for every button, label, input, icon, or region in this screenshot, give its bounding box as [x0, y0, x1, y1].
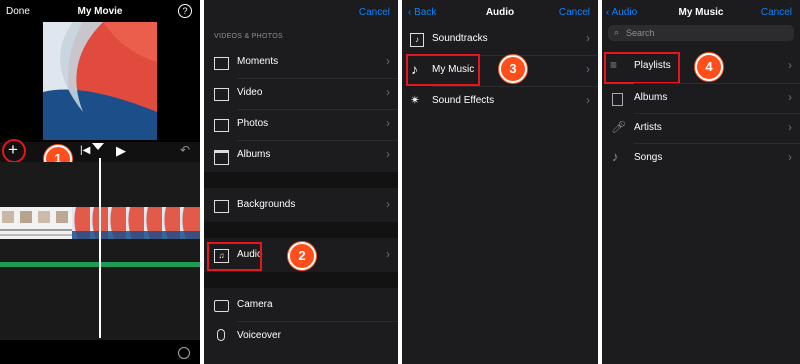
- search-icon: ⌕: [614, 27, 620, 37]
- music-item-label: Albums: [634, 92, 668, 103]
- cancel-button[interactable]: Cancel: [559, 7, 590, 18]
- media-item-camera[interactable]: Camera: [204, 291, 398, 321]
- chevron-right-icon: ›: [788, 58, 792, 72]
- media-item-label: Moments: [237, 56, 279, 67]
- section-gap: [204, 222, 398, 238]
- section-header: VIDEOS & PHOTOS: [214, 33, 283, 40]
- audio-menu-panel: ‹ Back Audio Cancel ♪ Soundtracks › ♪ My…: [402, 0, 598, 364]
- my-music-highlight: [406, 54, 480, 86]
- chevron-right-icon: ›: [386, 147, 390, 161]
- settings-gear-icon[interactable]: [178, 347, 190, 359]
- media-item-backgrounds[interactable]: Backgrounds ›: [204, 191, 398, 221]
- wallpaper-artwork: [43, 22, 157, 140]
- music-item-label: Songs: [634, 152, 663, 163]
- media-item-label: Backgrounds: [237, 199, 296, 210]
- chevron-right-icon: ›: [788, 150, 792, 164]
- music-note-icon: ♪: [612, 149, 619, 164]
- chevron-right-icon: ›: [586, 31, 590, 45]
- search-input[interactable]: ⌕ Search: [608, 25, 794, 41]
- audio-item-label: Sound Effects: [432, 95, 495, 106]
- audio-item-soundtracks[interactable]: ♪ Soundtracks ›: [402, 25, 598, 55]
- media-browser-panel: Cancel VIDEOS & PHOTOS Moments › Video ›…: [204, 0, 398, 364]
- music-item-albums[interactable]: Albums ›: [602, 84, 800, 114]
- album-icon: [612, 93, 623, 106]
- audio-item-sound-effects[interactable]: ✴ Sound Effects ›: [402, 87, 598, 117]
- media-item-label: Voiceover: [237, 330, 281, 341]
- editor-panel: Done My Movie ? + 1 |◀ ▶ ↶: [0, 0, 200, 364]
- audio-item-label: Soundtracks: [432, 33, 488, 44]
- chevron-right-icon: ›: [586, 62, 590, 76]
- media-item-voiceover[interactable]: Voiceover: [204, 322, 398, 352]
- camera-icon: [214, 300, 229, 312]
- landscape-icon: [214, 200, 229, 213]
- media-item-label: Video: [237, 87, 263, 98]
- step-callout-3: 3: [499, 55, 527, 83]
- chevron-right-icon: ›: [386, 197, 390, 211]
- playhead-marker-icon: [92, 143, 104, 150]
- step-callout-4: 4: [695, 53, 723, 81]
- moments-icon: [214, 57, 229, 70]
- album-icon: [214, 150, 229, 165]
- cancel-button[interactable]: Cancel: [359, 7, 390, 18]
- playlists-highlight: [604, 52, 680, 84]
- add-button-highlight: [2, 139, 26, 163]
- media-item-label: Camera: [237, 299, 273, 310]
- cancel-button[interactable]: Cancel: [761, 7, 792, 18]
- clip-thumbnails: [0, 211, 72, 236]
- chevron-right-icon: ›: [386, 247, 390, 261]
- media-item-photos[interactable]: Photos ›: [204, 110, 398, 140]
- microphone-icon: 🎤︎: [611, 120, 627, 134]
- burst-icon: ✴: [410, 93, 421, 107]
- media-item-label: Photos: [237, 118, 269, 129]
- media-item-moments[interactable]: Moments ›: [204, 48, 398, 78]
- wallpaper-clip-strip[interactable]: [72, 207, 200, 239]
- media-item-video[interactable]: Video ›: [204, 79, 398, 109]
- chevron-right-icon: ›: [386, 85, 390, 99]
- music-item-artists[interactable]: 🎤︎ Artists ›: [602, 114, 800, 144]
- chevron-right-icon: ›: [788, 120, 792, 134]
- chevron-right-icon: ›: [788, 90, 792, 104]
- chevron-right-icon: ›: [386, 54, 390, 68]
- media-item-albums[interactable]: Albums ›: [204, 141, 398, 171]
- wallpaper-thumbnails: [72, 207, 200, 239]
- chevron-right-icon: ›: [386, 116, 390, 130]
- film-icon: [214, 88, 229, 101]
- chevron-right-icon: ›: [586, 93, 590, 107]
- step-callout-2: 2: [288, 242, 316, 270]
- section-gap: [204, 272, 398, 288]
- help-icon[interactable]: ?: [178, 4, 192, 18]
- my-music-panel: ‹ Audio My Music Cancel ⌕ Search ≡ Playl…: [602, 0, 800, 364]
- project-title: My Movie: [77, 6, 123, 17]
- undo-icon[interactable]: ↶: [180, 143, 190, 157]
- section-gap: [204, 172, 398, 188]
- bottom-bar: [0, 340, 200, 364]
- playhead-line[interactable]: [99, 158, 101, 338]
- soundtrack-icon: ♪: [410, 33, 424, 47]
- music-item-label: Artists: [634, 122, 662, 133]
- media-item-label: Albums: [237, 149, 271, 160]
- skip-back-icon[interactable]: |◀: [80, 145, 90, 156]
- photo-icon: [214, 119, 229, 132]
- music-item-songs[interactable]: ♪ Songs ›: [602, 144, 800, 174]
- microphone-icon: [217, 329, 225, 341]
- audio-highlight: [207, 242, 262, 271]
- video-preview: [43, 22, 157, 140]
- play-icon[interactable]: ▶: [116, 143, 126, 159]
- photo-clip-strip[interactable]: [0, 207, 72, 239]
- search-placeholder: Search: [626, 28, 655, 38]
